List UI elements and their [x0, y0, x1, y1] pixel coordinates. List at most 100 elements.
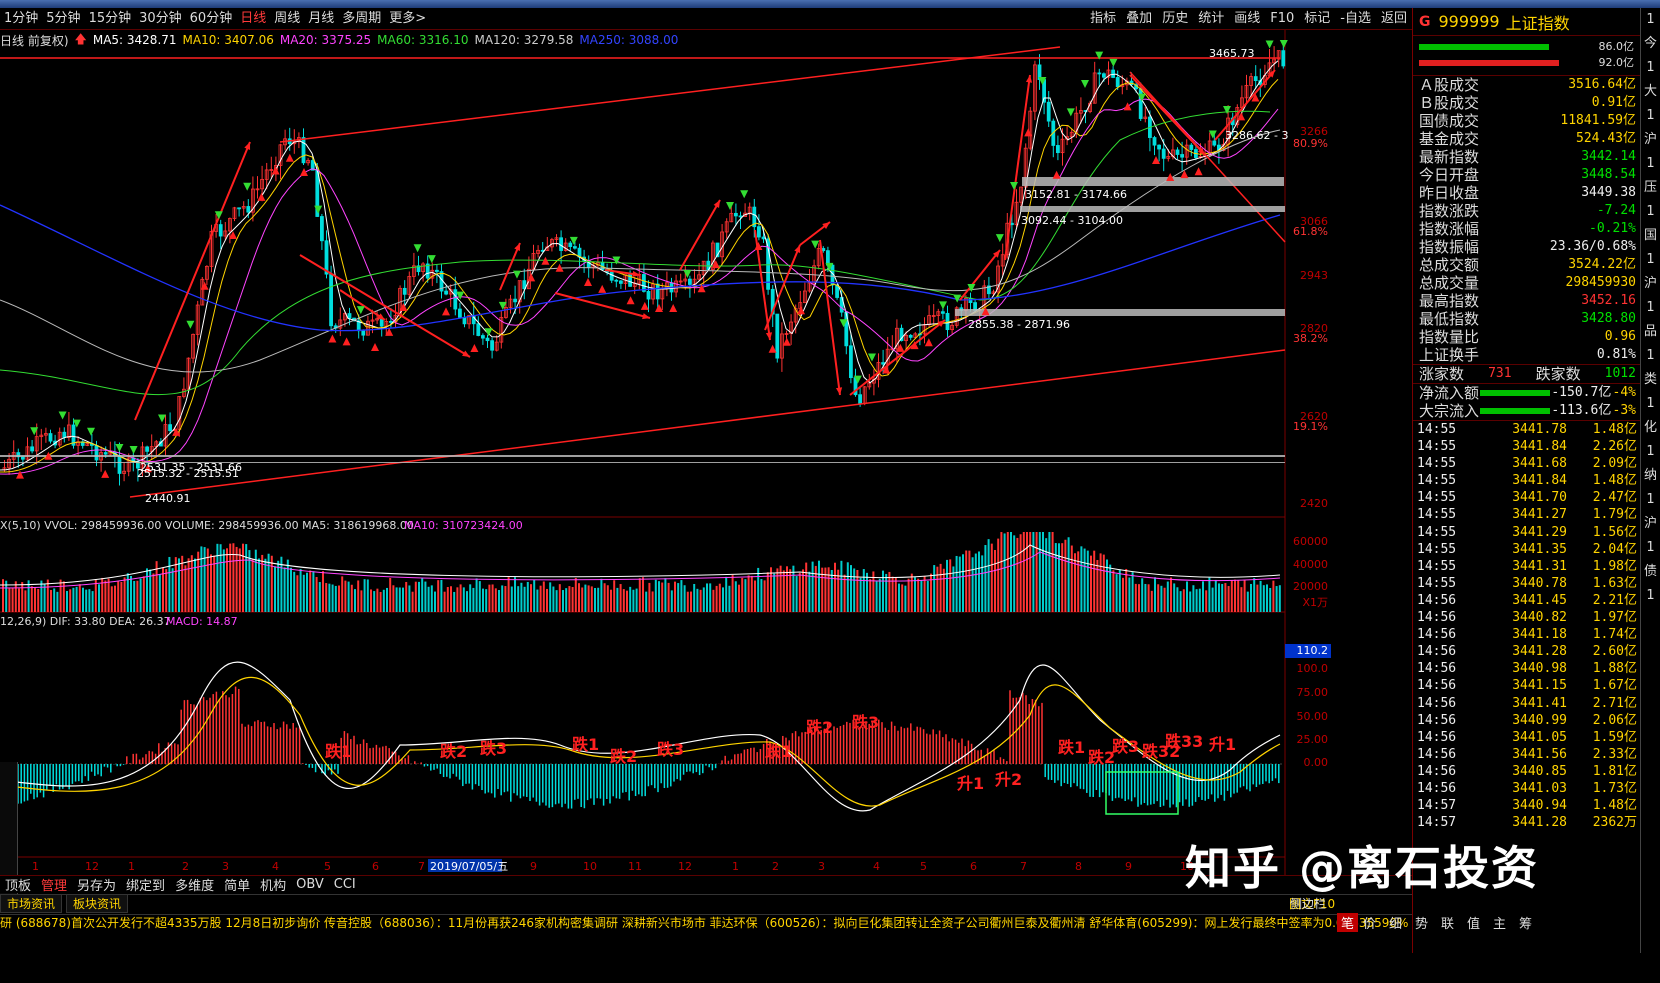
stat-value: 23.36/0.68%: [1549, 239, 1636, 254]
tick-list[interactable]: 14:55 3441.78 1.48亿 14:55 3441.84 2.26亿 14:55 3…: [1413, 421, 1640, 831]
flow-value: -113.6亿: [1551, 403, 1612, 418]
date-axis-label: 2: [182, 860, 189, 873]
date-axis-label: 2019/07/05/五: [430, 860, 508, 873]
volume-bar: [712, 589, 715, 612]
macd-annotation: 跌1: [325, 742, 352, 761]
candle-body: [1161, 148, 1166, 159]
volume-bar: [1074, 553, 1076, 612]
tab-board[interactable]: 顶板: [0, 875, 36, 894]
stat-row: 上证换手 0.81%: [1413, 346, 1640, 364]
volume-bar: [309, 570, 312, 612]
tab-tick[interactable]: 笔: [1337, 913, 1359, 932]
candle-body: [457, 308, 462, 318]
volume-bar: [1192, 585, 1195, 612]
trend-arrow-line: [554, 292, 651, 319]
date-axis-label: 8: [1075, 860, 1082, 873]
sell-signal-icon: [243, 182, 252, 191]
volume-bar: [14, 581, 17, 612]
volume-bar: [1202, 581, 1204, 612]
volume-bar: [235, 546, 238, 612]
volume-bar: [757, 567, 760, 612]
volume-bar: [1054, 543, 1057, 612]
volume-bar: [466, 591, 468, 612]
candle-body: [1152, 137, 1157, 146]
tick-time: 14:55: [1417, 575, 1457, 591]
volume-bar: [1016, 537, 1019, 612]
volume-bar: [462, 587, 465, 612]
volume-bar: [50, 589, 52, 612]
stat-row: 总成交量 298459930: [1413, 274, 1640, 292]
side-char: 压: [1643, 180, 1657, 195]
tab-bind[interactable]: 绑定到: [121, 875, 170, 894]
macd-annotation: 跌2: [440, 742, 467, 761]
tick-volume: 1.67亿: [1592, 678, 1637, 694]
volume-bar: [450, 586, 452, 612]
volume-bar: [110, 586, 113, 612]
volume-bar: [709, 583, 712, 612]
tick-time: 14:56: [1417, 780, 1457, 796]
price-axis-label: 61.8%: [1293, 225, 1328, 238]
volume-bar: [501, 585, 504, 612]
macd-dif-line: [0, 661, 1281, 812]
volume-bar: [296, 575, 299, 612]
volume-bar: [69, 589, 72, 612]
tick-time: 14:56: [1417, 763, 1457, 779]
tab-trend[interactable]: 势: [1415, 913, 1428, 932]
date-axis-label: 7: [1020, 860, 1027, 873]
volume-bar: [1045, 538, 1048, 612]
volume-bar: [610, 589, 612, 612]
tab-sector-news[interactable]: 板块资讯: [66, 894, 129, 913]
candle-body: [62, 431, 67, 439]
volume-bar: [210, 554, 212, 612]
volume-bar: [40, 580, 43, 612]
flow-pct: -3%: [1612, 403, 1636, 418]
volume-bar: [770, 567, 772, 612]
volume-bar: [594, 588, 596, 612]
volume-bar: [846, 562, 849, 612]
tab-save-as[interactable]: 另存为: [72, 875, 121, 894]
tab-manage[interactable]: 管理: [36, 875, 72, 894]
tab-detail[interactable]: 细: [1389, 913, 1402, 932]
volume-bar: [1051, 532, 1054, 612]
tick-price: 3441.70: [1512, 490, 1567, 506]
stat-value: 11841.59亿: [1560, 113, 1636, 128]
volume-bar: [1029, 532, 1032, 612]
buy-signal-icon: [782, 337, 791, 346]
stat-label: 总成交量: [1419, 274, 1480, 292]
volume-bar: [1093, 550, 1096, 612]
volume-bar: [120, 581, 123, 612]
date-axis-label: 10: [583, 860, 597, 873]
volume-bar: [139, 578, 142, 612]
tab-multidim[interactable]: 多维度: [170, 875, 219, 894]
volume-bar: [1006, 532, 1009, 612]
volume-bar: [782, 570, 785, 612]
tab-value[interactable]: 值: [1467, 913, 1480, 932]
tab-market-news[interactable]: 市场资讯: [0, 894, 63, 913]
volume-bar: [651, 591, 654, 612]
macd-axis-label: 100.0: [1297, 662, 1329, 675]
candle-body: [646, 290, 651, 300]
buy-signal-icon: [1024, 128, 1033, 137]
down-count: 1012: [1604, 366, 1636, 381]
volume-bar: [1166, 581, 1169, 612]
volume-bar: [453, 591, 456, 612]
volume-bar: [1160, 585, 1163, 612]
tab-simple[interactable]: 简单: [219, 875, 255, 894]
tab-link[interactable]: 联: [1441, 913, 1454, 932]
volume-bar: [1214, 579, 1217, 612]
volume-bar: [539, 585, 542, 612]
volume-bar: [1099, 553, 1102, 612]
volume-bar: [1147, 584, 1150, 612]
candle-body: [379, 318, 384, 327]
volume-bar: [696, 588, 699, 612]
stat-row: 昨日收盘 3449.38: [1413, 184, 1640, 202]
tab-cci[interactable]: CCI: [329, 877, 361, 892]
trend-arrow-line: [679, 199, 721, 271]
tab-obv[interactable]: OBV: [291, 877, 329, 892]
tab-institution[interactable]: 机构: [255, 875, 291, 894]
tab-chips[interactable]: 筹: [1519, 913, 1532, 932]
volume-bar: [706, 583, 708, 612]
volume-bar: [1141, 578, 1144, 612]
tab-price[interactable]: 价: [1363, 913, 1376, 932]
tab-main[interactable]: 主: [1493, 913, 1506, 932]
